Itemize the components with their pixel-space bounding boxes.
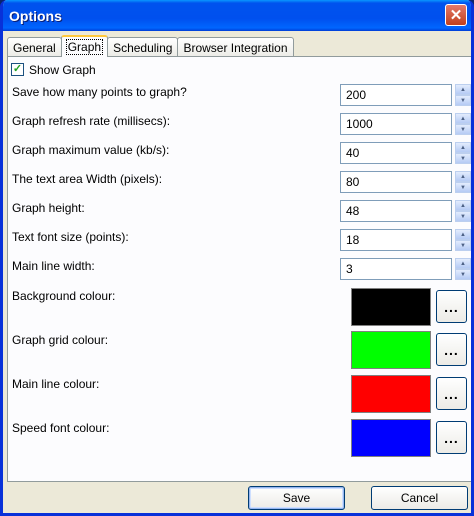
- spin-up-icon[interactable]: ▲: [455, 171, 471, 182]
- main-line-colour-label: Main line colour:: [12, 377, 100, 391]
- graph-height-spinner[interactable]: ▲ ▼: [455, 200, 471, 222]
- spin-up-icon[interactable]: ▲: [455, 258, 471, 269]
- field-font-size: Text font size (points): 18 ▲ ▼: [10, 229, 471, 251]
- spin-up-icon[interactable]: ▲: [455, 113, 471, 124]
- text-area-width-spinner[interactable]: ▲ ▼: [455, 171, 471, 193]
- field-label: Graph height:: [12, 201, 85, 215]
- tab-strip: General Graph Scheduling Browser Integra…: [7, 35, 294, 57]
- grid-colour-label: Graph grid colour:: [12, 333, 109, 347]
- main-line-width-spinner[interactable]: ▲ ▼: [455, 258, 471, 280]
- cancel-button[interactable]: Cancel: [371, 486, 468, 510]
- font-size-input[interactable]: 18: [340, 229, 452, 251]
- spin-down-icon[interactable]: ▼: [455, 153, 471, 164]
- tab-general[interactable]: General: [7, 37, 62, 57]
- field-text-area-width: The text area Width (pixels): 80 ▲ ▼: [10, 171, 471, 193]
- graph-height-input[interactable]: 48: [340, 200, 452, 222]
- tab-browser-integration[interactable]: Browser Integration: [177, 37, 294, 57]
- points-to-graph-input[interactable]: 200: [340, 84, 452, 106]
- max-value-input[interactable]: 40: [340, 142, 452, 164]
- checkmark-icon: ✓: [12, 63, 23, 75]
- spin-down-icon[interactable]: ▼: [455, 211, 471, 222]
- tab-graph[interactable]: Graph: [60, 35, 109, 57]
- refresh-rate-spinner[interactable]: ▲ ▼: [455, 113, 471, 135]
- field-label: The text area Width (pixels):: [12, 172, 163, 186]
- window-title: Options: [9, 7, 62, 24]
- font-size-spinner[interactable]: ▲ ▼: [455, 229, 471, 251]
- main-line-colour-picker-button[interactable]: ...: [436, 377, 467, 410]
- spin-down-icon[interactable]: ▼: [455, 182, 471, 193]
- main-line-colour-swatch: [351, 375, 431, 413]
- points-to-graph-spinner[interactable]: ▲ ▼: [455, 84, 471, 106]
- spin-down-icon[interactable]: ▼: [455, 269, 471, 280]
- text-area-width-input[interactable]: 80: [340, 171, 452, 193]
- field-points-to-graph: Save how many points to graph? 200 ▲ ▼: [10, 84, 471, 106]
- close-icon: ✕: [449, 7, 463, 24]
- spin-down-icon[interactable]: ▼: [455, 240, 471, 251]
- show-graph-checkbox[interactable]: ✓: [11, 63, 24, 76]
- field-label: Text font size (points):: [12, 230, 129, 244]
- tab-scheduling[interactable]: Scheduling: [107, 37, 179, 57]
- field-refresh-rate: Graph refresh rate (millisecs): 1000 ▲ ▼: [10, 113, 471, 135]
- background-colour-swatch: [351, 288, 431, 326]
- show-graph-label[interactable]: Show Graph: [29, 63, 96, 77]
- options-window: Options ✕ General Graph Scheduling Brows…: [0, 0, 474, 516]
- speed-font-colour-picker-button[interactable]: ...: [436, 421, 467, 454]
- save-button-label: Save: [282, 491, 311, 505]
- save-button[interactable]: Save: [248, 486, 345, 510]
- graph-panel: ✓ Show Graph Save how many points to gra…: [7, 56, 471, 482]
- field-graph-height: Graph height: 48 ▲ ▼: [10, 200, 471, 222]
- background-colour-picker-button[interactable]: ...: [436, 290, 467, 323]
- spin-up-icon[interactable]: ▲: [455, 142, 471, 153]
- field-label: Graph maximum value (kb/s):: [12, 143, 170, 157]
- spin-down-icon[interactable]: ▼: [455, 124, 471, 135]
- title-bar[interactable]: Options ✕: [3, 0, 471, 31]
- max-value-spinner[interactable]: ▲ ▼: [455, 142, 471, 164]
- close-button[interactable]: ✕: [445, 4, 467, 26]
- speed-font-colour-swatch: [351, 419, 431, 457]
- speed-font-colour-label: Speed font colour:: [12, 421, 110, 435]
- spin-up-icon[interactable]: ▲: [455, 200, 471, 211]
- spin-up-icon[interactable]: ▲: [455, 229, 471, 240]
- field-main-line-width: Main line width: 3 ▲ ▼: [10, 258, 471, 280]
- field-max-value: Graph maximum value (kb/s): 40 ▲ ▼: [10, 142, 471, 164]
- refresh-rate-input[interactable]: 1000: [340, 113, 452, 135]
- spin-up-icon[interactable]: ▲: [455, 84, 471, 95]
- cancel-button-label: Cancel: [400, 491, 439, 505]
- spin-down-icon[interactable]: ▼: [455, 95, 471, 106]
- grid-colour-swatch: [351, 331, 431, 369]
- background-colour-label: Background colour:: [12, 289, 116, 303]
- main-line-width-input[interactable]: 3: [340, 258, 452, 280]
- field-label: Main line width:: [12, 259, 95, 273]
- field-label: Graph refresh rate (millisecs):: [12, 114, 171, 128]
- grid-colour-picker-button[interactable]: ...: [436, 333, 467, 366]
- field-label: Save how many points to graph?: [12, 85, 187, 99]
